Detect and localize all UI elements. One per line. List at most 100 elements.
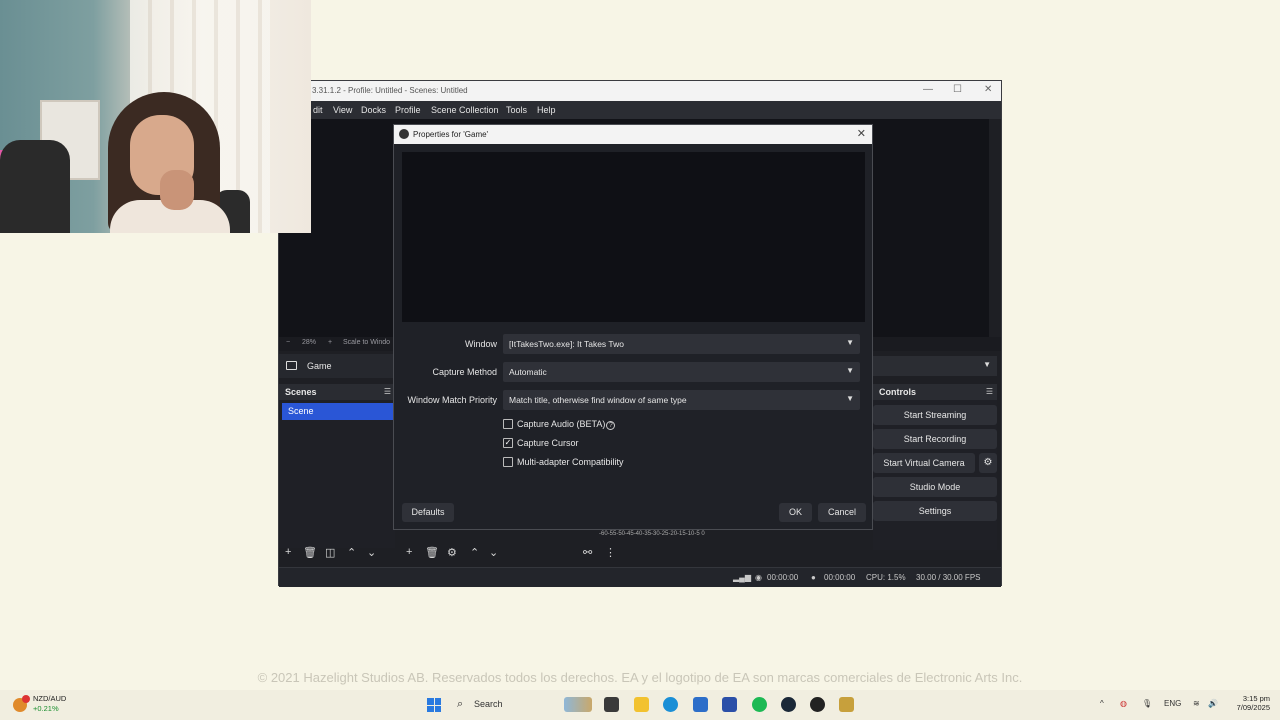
trash-icon[interactable]: 🗑	[303, 546, 317, 559]
webcam-chair	[0, 140, 70, 233]
window-label: Window	[464, 339, 497, 349]
window-select-value: [ItTakesTwo.exe]: It Takes Two	[509, 339, 624, 349]
menu-edit[interactable]: dit	[313, 105, 323, 115]
zoom-out-button[interactable]: −	[286, 339, 290, 346]
scale-to-window[interactable]: Scale to Windo	[343, 339, 390, 346]
gear-icon[interactable]: ⚙	[979, 453, 997, 473]
taskbar-search[interactable]: Search	[474, 699, 503, 709]
wifi-icon[interactable]: ≋	[1193, 699, 1200, 708]
widgets-icon[interactable]	[564, 697, 592, 712]
menu-tools[interactable]: Tools	[506, 105, 527, 115]
source-toolbar-dropdown[interactable]: ▼	[873, 356, 997, 376]
taskbar-clock[interactable]: 3:15 pm 7/09/2025	[1230, 694, 1270, 712]
move-up-icon[interactable]: ⌃	[470, 546, 479, 559]
panel-menu-icon[interactable]: ☰	[384, 387, 391, 396]
menu-profile[interactable]: Profile	[395, 105, 421, 115]
close-icon[interactable]: ✕	[984, 84, 992, 95]
scene-item-label: Scene	[288, 406, 314, 416]
window-match-priority-label: Window Match Priority	[407, 395, 497, 405]
minimize-icon[interactable]: —	[923, 84, 933, 95]
menu-view[interactable]: View	[333, 105, 352, 115]
move-down-icon[interactable]: ⌄	[367, 546, 376, 559]
scenes-panel-header: Scenes ☰	[279, 384, 395, 400]
obs-menubar: dit View Docks Profile Scene Collection …	[279, 101, 1001, 119]
language-indicator[interactable]: ENG	[1164, 699, 1181, 708]
ok-button[interactable]: OK	[779, 503, 812, 522]
menu-help[interactable]: Help	[537, 105, 556, 115]
dialog-title: Properties for 'Game'	[413, 130, 489, 139]
obs-statusbar: ▂▄▆ ◉ 00:00:00 ● 00:00:00 CPU: 1.5% 30.0…	[279, 567, 1001, 587]
monitor-icon	[286, 361, 297, 370]
ticker-name[interactable]: NZD/AUD	[33, 694, 66, 703]
capture-method-value: Automatic	[509, 367, 547, 377]
steam-icon[interactable]	[781, 697, 796, 712]
chevron-up-icon[interactable]: ^	[1100, 699, 1104, 708]
panel-menu-icon[interactable]: ☰	[986, 387, 993, 396]
spotify-icon[interactable]	[752, 697, 767, 712]
game-copyright-text: © 2021 Hazelight Studios AB. Reservados …	[257, 670, 1023, 685]
window-match-priority-value: Match title, otherwise find window of sa…	[509, 395, 687, 405]
capture-cursor-label: Capture Cursor	[517, 438, 579, 448]
defaults-button[interactable]: Defaults	[402, 503, 454, 522]
maximize-icon[interactable]: ☐	[953, 84, 962, 95]
start-recording-button[interactable]: Start Recording	[873, 429, 997, 449]
chevron-down-icon: ▼	[983, 360, 991, 369]
move-down-icon[interactable]: ⌄	[489, 546, 498, 559]
trash-icon[interactable]: 🗑	[425, 546, 439, 559]
ticker-change: +0.21%	[33, 704, 59, 713]
cancel-button[interactable]: Cancel	[818, 503, 866, 522]
add-icon[interactable]: +	[285, 546, 291, 558]
start-streaming-button[interactable]: Start Streaming	[873, 405, 997, 425]
sources-toolbar: + 🗑 ⚙ ⌃ ⌄	[406, 546, 506, 562]
capture-cursor-checkbox[interactable]: ✓	[503, 438, 513, 448]
controls-panel-header: Controls ☰	[873, 384, 997, 400]
edge-browser-icon[interactable]	[663, 697, 678, 712]
settings-button[interactable]: Settings	[873, 501, 997, 521]
properties-dialog: Properties for 'Game' ✕ Window [ItTakesT…	[393, 124, 873, 530]
clock-time: 3:15 pm	[1242, 694, 1270, 703]
studio-mode-button[interactable]: Studio Mode	[873, 477, 997, 497]
multi-adapter-label: Multi-adapter Compatibility	[517, 457, 624, 467]
window-match-priority-select[interactable]: Match title, otherwise find window of sa…	[503, 390, 860, 410]
mixer-toolbar: ⚯ ⋮	[583, 546, 643, 562]
windows-start-icon[interactable]	[427, 698, 441, 712]
scenes-list: Scene	[279, 400, 395, 548]
more-icon[interactable]: ⋮	[605, 546, 616, 559]
record-icon: ●	[811, 573, 816, 582]
capture-audio-checkbox[interactable]	[503, 419, 513, 429]
link-icon[interactable]: ⚯	[583, 546, 592, 559]
zoom-in-button[interactable]: +	[328, 339, 332, 346]
search-icon[interactable]: ⌕	[457, 698, 463, 711]
task-view-icon[interactable]	[604, 697, 619, 712]
filter-icon[interactable]: ◫	[325, 546, 335, 559]
move-up-icon[interactable]: ⌃	[347, 546, 356, 559]
chevron-down-icon: ▼	[846, 366, 854, 375]
obs-taskbar-icon[interactable]	[810, 697, 825, 712]
file-explorer-icon[interactable]	[634, 697, 649, 712]
tray-app-icon[interactable]: ◍	[1120, 699, 1127, 708]
scene-item[interactable]: Scene	[282, 403, 395, 420]
window-select[interactable]: [ItTakesTwo.exe]: It Takes Two ▼	[503, 334, 860, 354]
signal-icon: ▂▄▆	[733, 573, 751, 582]
add-icon[interactable]: +	[406, 546, 412, 558]
menu-scene-collection[interactable]: Scene Collection	[431, 105, 499, 115]
menu-docks[interactable]: Docks	[361, 105, 386, 115]
capture-method-select[interactable]: Automatic ▼	[503, 362, 860, 382]
help-icon[interactable]: ?	[606, 421, 616, 430]
microphone-icon[interactable]: 🎙	[1142, 699, 1152, 708]
app-icon[interactable]	[722, 697, 737, 712]
game-taskbar-icon[interactable]	[839, 697, 854, 712]
mixer-scale: -60-55-50-45-40-35-30-25-20-15-10-5 0	[599, 531, 705, 537]
multi-adapter-checkbox[interactable]	[503, 457, 513, 467]
webcam-overlay	[0, 0, 311, 233]
obs-logo-icon	[399, 129, 409, 139]
gear-icon[interactable]: ⚙	[447, 546, 457, 559]
start-virtual-camera-button[interactable]: Start Virtual Camera	[873, 453, 975, 473]
source-toolbar[interactable]: Game	[279, 354, 395, 378]
dialog-titlebar: Properties for 'Game' ✕	[394, 125, 872, 144]
close-icon[interactable]: ✕	[857, 127, 866, 140]
controls-title: Controls	[879, 387, 916, 397]
volume-icon[interactable]: 🔊	[1208, 699, 1218, 708]
store-icon[interactable]	[693, 697, 708, 712]
zoom-level: 28%	[302, 339, 317, 346]
